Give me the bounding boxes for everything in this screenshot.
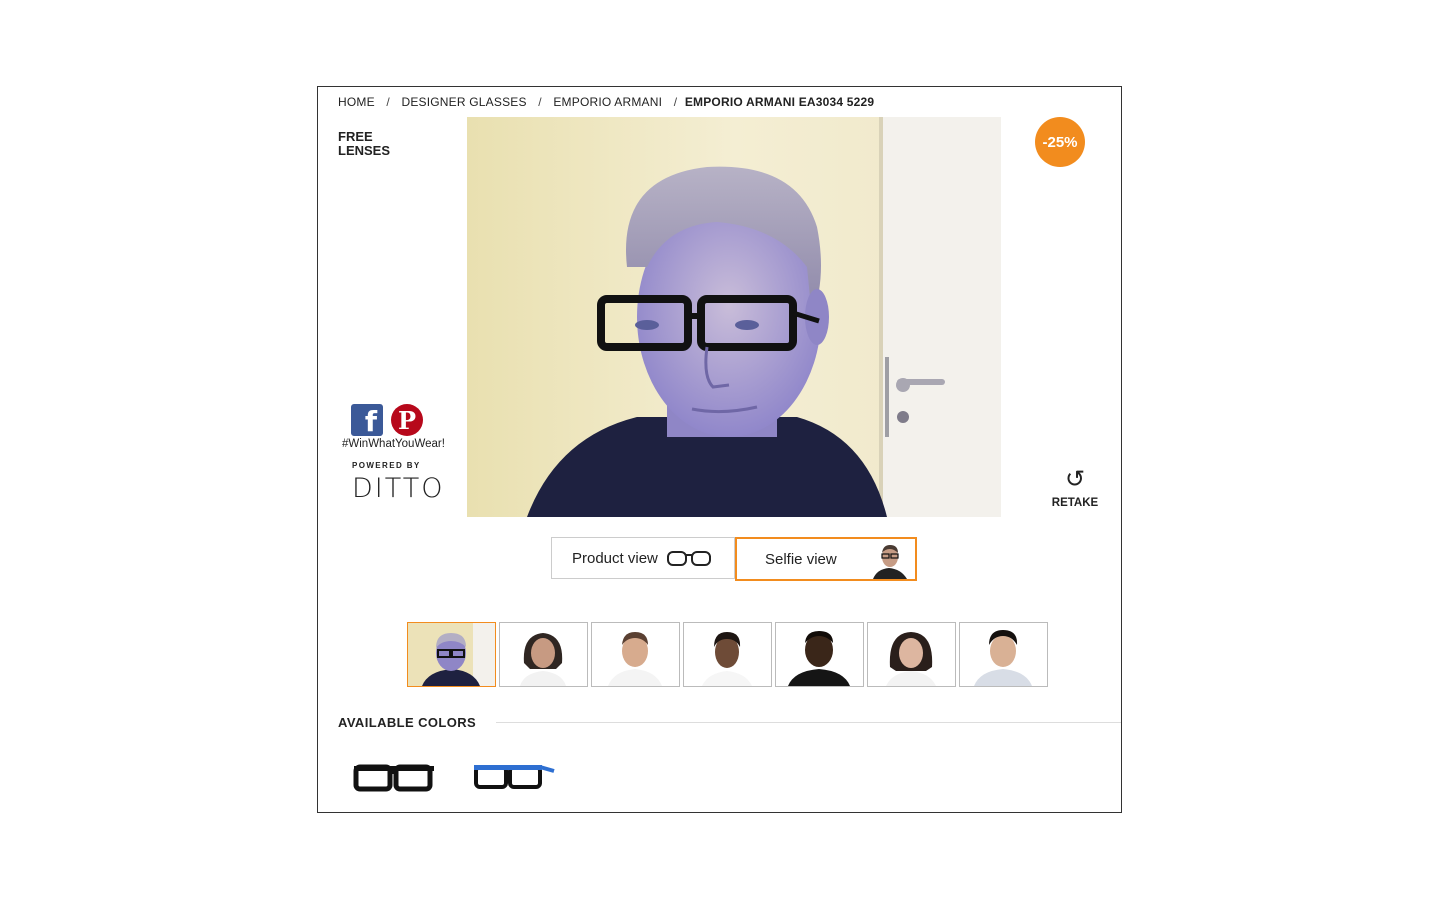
facebook-icon[interactable]: f <box>351 404 383 438</box>
free-lenses-label: FREE LENSES <box>338 129 391 158</box>
ditto-logo: DITTO <box>352 473 445 504</box>
model-thumb-7[interactable] <box>959 622 1048 687</box>
breadcrumb-brand[interactable]: EMPORIO ARMANI <box>553 95 662 109</box>
product-view-label: Product view <box>572 549 658 567</box>
hashtag-text: #WinWhatYouWear! <box>342 438 445 450</box>
retake-icon: ↺ <box>1064 465 1086 493</box>
divider <box>496 722 1121 723</box>
available-colors-heading: AVAILABLE COLORS <box>338 715 477 730</box>
breadcrumb-current: EMPORIO ARMANI EA3034 5229 <box>684 95 875 109</box>
breadcrumb-designer-glasses[interactable]: DESIGNER GLASSES <box>401 95 526 109</box>
breadcrumb-separator: / <box>386 95 390 109</box>
product-viewer-panel: HOME / DESIGNER GLASSES / EMPORIO ARMANI… <box>317 86 1122 813</box>
model-thumb-2[interactable] <box>499 622 588 687</box>
glasses-icon <box>666 551 711 566</box>
color-swatch-blue[interactable] <box>472 751 556 801</box>
selfie-view-label: Selfie view <box>765 550 837 568</box>
model-thumb-4[interactable] <box>683 622 772 687</box>
retake-button[interactable]: ↺ RETAKE <box>1045 467 1105 509</box>
model-thumb-5[interactable] <box>775 622 864 687</box>
color-swatch-black[interactable] <box>352 751 436 801</box>
social-share: f P <box>351 404 423 438</box>
breadcrumb: HOME / DESIGNER GLASSES / EMPORIO ARMANI… <box>338 95 874 109</box>
breadcrumb-separator: / <box>673 95 678 109</box>
facebook-glyph: f <box>364 405 377 438</box>
powered-by-label: POWERED BY <box>352 461 421 470</box>
pinterest-icon[interactable]: P <box>391 404 423 436</box>
view-toggle: Product view Selfie view <box>551 537 917 581</box>
model-selector <box>407 622 1048 687</box>
selfie-thumbnail <box>867 541 913 579</box>
discount-badge: -25% <box>1035 117 1085 167</box>
product-view-button[interactable]: Product view <box>551 537 735 579</box>
model-thumb-selfie[interactable] <box>407 622 496 687</box>
model-thumb-3[interactable] <box>591 622 680 687</box>
retake-label: RETAKE <box>1051 497 1099 509</box>
model-thumb-6[interactable] <box>867 622 956 687</box>
selfie-view-button[interactable]: Selfie view <box>735 537 917 581</box>
breadcrumb-separator: / <box>538 95 542 109</box>
breadcrumb-home[interactable]: HOME <box>338 95 375 109</box>
selfie-try-on-image <box>467 117 1001 517</box>
